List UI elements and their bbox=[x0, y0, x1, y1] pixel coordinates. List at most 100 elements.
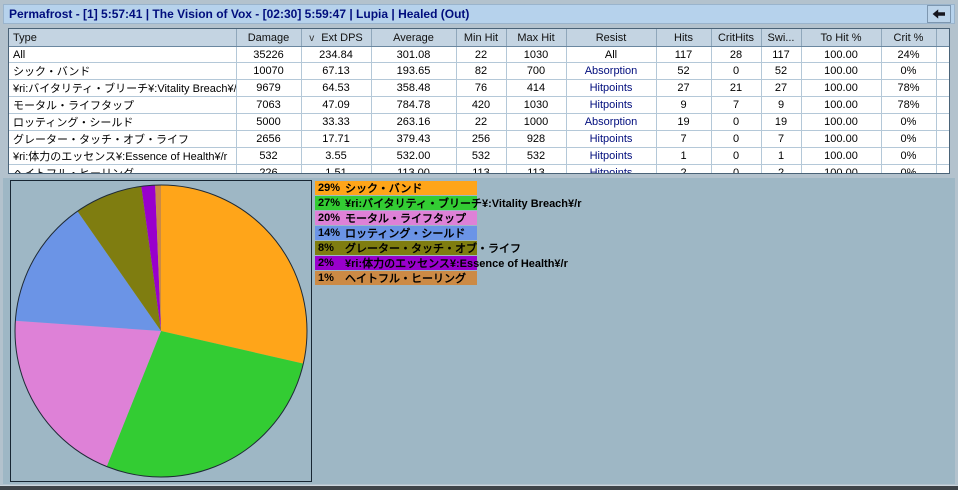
cell: 256 bbox=[456, 130, 507, 148]
cell: 100.00 bbox=[801, 79, 882, 97]
cell-filler bbox=[936, 96, 949, 114]
cell: 0% bbox=[881, 164, 937, 173]
pie-chart-panel bbox=[10, 180, 312, 482]
cell: 47.09 bbox=[301, 96, 372, 114]
column-header-1[interactable]: Damage bbox=[236, 29, 302, 47]
table-row[interactable]: ¥ri:体力のエッセンス¥:Essence of Health¥/r 532 3.5… bbox=[9, 147, 949, 165]
legend-label: 20% モータル・ライフタップ bbox=[318, 212, 466, 225]
cell: 7 bbox=[656, 130, 712, 148]
cell: 0% bbox=[881, 62, 937, 80]
cell: 9679 bbox=[236, 79, 302, 97]
column-header-5[interactable]: Max Hit bbox=[506, 29, 567, 47]
cell: 0% bbox=[881, 147, 937, 165]
left-arrow-icon bbox=[932, 9, 945, 19]
cell: 52 bbox=[761, 62, 802, 80]
cell: 100.00 bbox=[801, 46, 882, 63]
cell: 0% bbox=[881, 130, 937, 148]
cell: 17.71 bbox=[301, 130, 372, 148]
legend-item[interactable]: 29% シック・バンド bbox=[315, 181, 477, 195]
cell: 100.00 bbox=[801, 164, 882, 173]
column-header-11[interactable]: Crit % bbox=[881, 29, 937, 47]
cell: 27 bbox=[761, 79, 802, 97]
column-header-3[interactable]: Average bbox=[371, 29, 457, 47]
cell: ロッティング・シールド bbox=[9, 113, 237, 131]
column-header-10[interactable]: To Hit % bbox=[801, 29, 882, 47]
legend-item[interactable]: 14% ロッティング・シールド bbox=[315, 226, 477, 240]
cell-filler bbox=[936, 130, 949, 148]
column-header-2[interactable]: v Ext DPS bbox=[301, 29, 372, 47]
combat-parser-window: Permafrost - [1] 5:57:41 | The Vision of… bbox=[0, 0, 958, 490]
cell: 100.00 bbox=[801, 130, 882, 148]
back-button[interactable] bbox=[927, 5, 951, 23]
legend-item[interactable]: 20% モータル・ライフタップ bbox=[315, 211, 477, 225]
cell: 7 bbox=[761, 130, 802, 148]
cell: 2 bbox=[761, 164, 802, 173]
cell-filler bbox=[936, 46, 949, 63]
cell: グレーター・タッチ・オブ・ライフ bbox=[9, 130, 237, 148]
legend-label: 2% ¥ri:体力のエッセンス¥:Essence of Health¥/r bbox=[318, 257, 568, 270]
encounter-title: Permafrost - [1] 5:57:41 | The Vision of… bbox=[9, 7, 470, 21]
cell: 532 bbox=[236, 147, 302, 165]
legend-label: 14% ロッティング・シールド bbox=[318, 227, 466, 240]
title-bar: Permafrost - [1] 5:57:41 | The Vision of… bbox=[3, 4, 955, 24]
cell: 1000 bbox=[506, 113, 567, 131]
cell: 9 bbox=[761, 96, 802, 114]
cell: Hitpoints bbox=[566, 130, 657, 148]
cell: 193.65 bbox=[371, 62, 457, 80]
cell: 7 bbox=[711, 96, 762, 114]
column-header-6[interactable]: Resist bbox=[566, 29, 657, 47]
legend-item[interactable]: 27% ¥ri:バイタリティ・ブリーチ¥:Vitality Breach¥/r bbox=[315, 196, 581, 210]
cell: 35226 bbox=[236, 46, 302, 63]
cell: 76 bbox=[456, 79, 507, 97]
legend-item[interactable]: 8% グレーター・タッチ・オブ・ライフ bbox=[315, 241, 521, 255]
legend-item[interactable]: 2% ¥ri:体力のエッセンス¥:Essence of Health¥/r bbox=[315, 256, 568, 270]
cell: 700 bbox=[506, 62, 567, 80]
cell: 82 bbox=[456, 62, 507, 80]
cell: 0 bbox=[711, 113, 762, 131]
column-header-8[interactable]: CritHits bbox=[711, 29, 762, 47]
cell: 301.08 bbox=[371, 46, 457, 63]
cell-filler bbox=[936, 62, 949, 80]
cell: 100.00 bbox=[801, 147, 882, 165]
cell: 19 bbox=[656, 113, 712, 131]
cell: 379.43 bbox=[371, 130, 457, 148]
legend-label: 1% ヘイトフル・ヒーリング bbox=[318, 272, 466, 285]
cell: Hitpoints bbox=[566, 96, 657, 114]
cell: 113.00 bbox=[371, 164, 457, 173]
table-row[interactable]: グレーター・タッチ・オブ・ライフ 2656 17.71 379.43 256 928 Hit… bbox=[9, 130, 949, 148]
table-row[interactable]: ヘイトフル・ヒーリング 226 1.51 113.00 113 113 Hitpoints 2… bbox=[9, 164, 949, 173]
sort-indicator-icon: v bbox=[309, 32, 315, 44]
cell: ヘイトフル・ヒーリング bbox=[9, 164, 237, 173]
cell: シック・バンド bbox=[9, 62, 237, 80]
table-row[interactable]: ロッティング・シールド 5000 33.33 263.16 22 1000 Absorpti… bbox=[9, 113, 949, 131]
cell: 113 bbox=[506, 164, 567, 173]
cell: 33.33 bbox=[301, 113, 372, 131]
cell: 263.16 bbox=[371, 113, 457, 131]
table-row[interactable]: All 35226 234.84 301.08 22 1030 All 117 28 117 100… bbox=[9, 46, 949, 63]
legend-item[interactable]: 1% ヘイトフル・ヒーリング bbox=[315, 271, 477, 285]
cell-filler bbox=[936, 113, 949, 131]
column-header-9[interactable]: Swi... bbox=[761, 29, 802, 47]
cell: 234.84 bbox=[301, 46, 372, 63]
cell: 27 bbox=[656, 79, 712, 97]
table-row[interactable]: モータル・ライフタップ 7063 47.09 784.78 420 1030 Hitpoin… bbox=[9, 96, 949, 114]
column-header-4[interactable]: Min Hit bbox=[456, 29, 507, 47]
cell: 100.00 bbox=[801, 113, 882, 131]
cell: 3.55 bbox=[301, 147, 372, 165]
pie-chart[interactable] bbox=[11, 181, 311, 481]
cell: 0 bbox=[711, 130, 762, 148]
cell: 100.00 bbox=[801, 62, 882, 80]
column-header-7[interactable]: Hits bbox=[656, 29, 712, 47]
cell: 78% bbox=[881, 96, 937, 114]
cell: 226 bbox=[236, 164, 302, 173]
cell: 420 bbox=[456, 96, 507, 114]
cell: 5000 bbox=[236, 113, 302, 131]
table-row[interactable]: シック・バンド 10070 67.13 193.65 82 700 Absorption 52… bbox=[9, 62, 949, 80]
table-row[interactable]: ¥ri:バイタリティ・ブリーチ¥:Vitality Breach¥/r 9679 6… bbox=[9, 79, 949, 97]
stats-table-container: Type Damage v Ext DPS Average Min Hit Max Hit R… bbox=[8, 28, 950, 174]
cell: 358.48 bbox=[371, 79, 457, 97]
cell: 10070 bbox=[236, 62, 302, 80]
cell: 532.00 bbox=[371, 147, 457, 165]
cell: 117 bbox=[761, 46, 802, 63]
column-header-0[interactable]: Type bbox=[9, 29, 237, 47]
